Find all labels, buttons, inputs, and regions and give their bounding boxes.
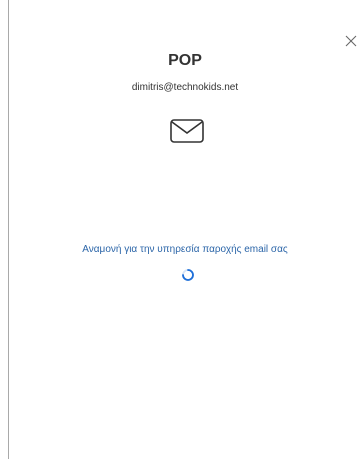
dialog-title: POP [168, 52, 202, 69]
account-setup-dialog: POP dimitris@technokids.net Αναμονή για … [8, 0, 361, 459]
close-icon[interactable] [343, 33, 359, 49]
loading-spinner-icon [181, 268, 195, 282]
status-message: Αναμονή για την υπηρεσία παροχής email σ… [82, 244, 288, 255]
account-email: dimitris@technokids.net [131, 82, 239, 93]
envelope-icon [169, 118, 205, 144]
